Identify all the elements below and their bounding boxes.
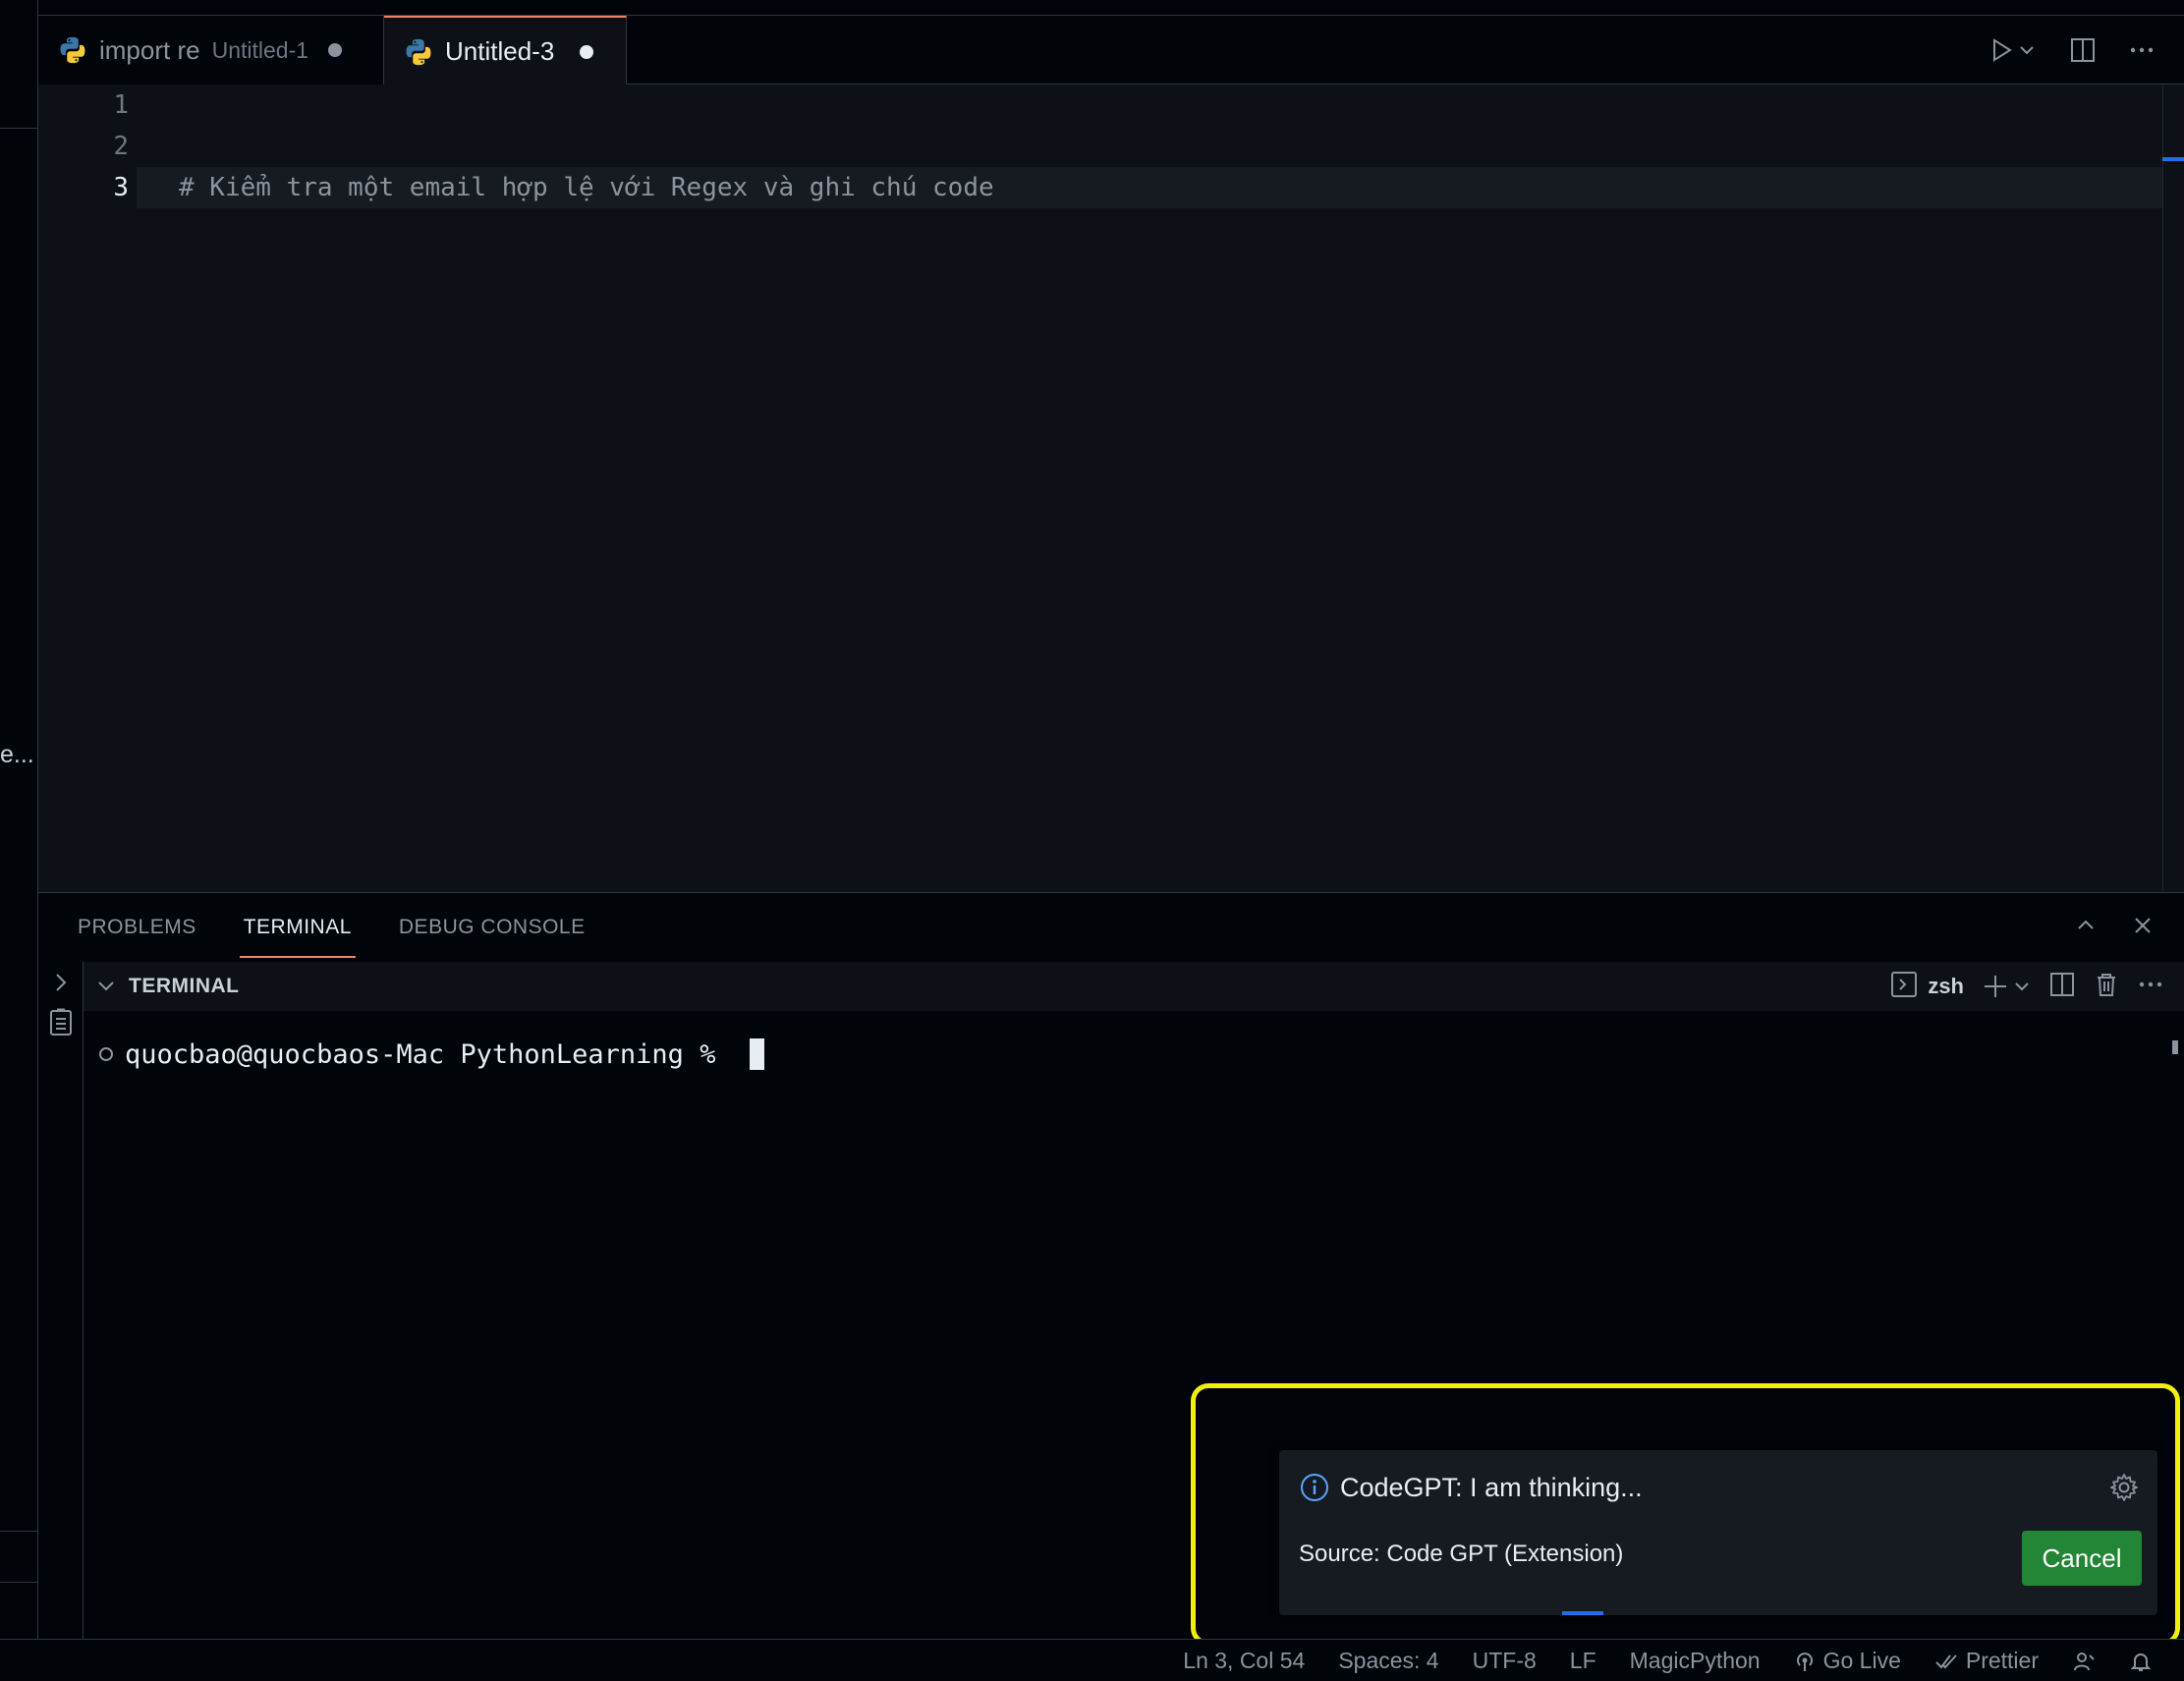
person-icon	[2074, 1652, 2095, 1670]
shell-name[interactable]: zsh	[1928, 974, 1964, 999]
terminal-prompt: quocbao@quocbaos-Mac PythonLearning %	[125, 1038, 732, 1070]
tab-description: Untitled-1	[211, 36, 309, 63]
chevron-down-icon[interactable]	[95, 976, 117, 997]
unsaved-dot-icon[interactable]	[580, 44, 594, 59]
trash-icon	[2098, 973, 2115, 996]
status-bar-items: Ln 3, Col 54 Spaces: 4 UTF-8 LF MagicPyt…	[1183, 1640, 2153, 1681]
end-of-line[interactable]: LF	[1570, 1648, 1596, 1674]
chevron-down-icon	[2015, 982, 2029, 991]
new-terminal-button[interactable]	[1982, 973, 2031, 1000]
panel-tab-bar: PROBLEMS TERMINAL DEBUG CONSOLE	[38, 893, 2184, 962]
accounts-button[interactable]	[2072, 1650, 2096, 1673]
python-file-icon	[406, 38, 431, 65]
status-bar: Ln 3, Col 54 Spaces: 4 UTF-8 LF MagicPyt…	[0, 1639, 2184, 1681]
prettier-label: Prettier	[1965, 1648, 2039, 1673]
go-live-label: Go Live	[1822, 1648, 1901, 1673]
more-actions-button[interactable]	[2127, 35, 2156, 65]
language-mode[interactable]: MagicPython	[1630, 1648, 1761, 1674]
line-number-gutter: 1 2 3	[38, 84, 137, 208]
tab-import-re[interactable]: import re Untitled-1	[38, 16, 384, 84]
terminal-more-button[interactable]	[2137, 971, 2164, 1003]
editor-actions	[1988, 16, 2156, 84]
chevron-up-icon	[2078, 920, 2094, 929]
terminal-section-title: TERMINAL	[129, 975, 240, 997]
panel-actions	[2074, 893, 2155, 962]
split-editor-icon	[2071, 38, 2095, 62]
tab-terminal[interactable]: TERMINAL	[239, 893, 357, 962]
terminal-prompt-line: quocbao@quocbaos-Mac PythonLearning %	[99, 1038, 764, 1070]
line-number: 2	[113, 132, 129, 161]
code-line-current[interactable]: # Kiểm tra một email hợp lệ với Regex và…	[137, 167, 2162, 208]
command-decoration-icon[interactable]	[99, 1047, 113, 1061]
python-file-icon	[60, 36, 85, 64]
split-icon	[2050, 972, 2074, 996]
sidebar-divider	[0, 1531, 38, 1532]
highlight-annotation	[1191, 1383, 2180, 1646]
tab-untitled-3[interactable]: Untitled-3	[384, 16, 627, 85]
terminal-section-header[interactable]: TERMINAL zsh	[84, 962, 2184, 1011]
line-number-current: 3	[113, 173, 129, 202]
close-panel-button[interactable]	[2131, 914, 2155, 942]
tab-problems[interactable]: PROBLEMS	[78, 893, 196, 962]
editor-tab-bar: import re Untitled-1 Untitled-3	[38, 16, 2184, 85]
double-check-icon	[1935, 1653, 1957, 1669]
indentation[interactable]: Spaces: 4	[1338, 1648, 1438, 1674]
sidebar-truncated-text: e...	[0, 741, 34, 768]
play-icon	[1993, 38, 2034, 62]
ellipsis-icon	[2130, 47, 2154, 53]
encoding[interactable]: UTF-8	[1473, 1648, 1537, 1674]
title-bar	[38, 0, 2184, 16]
code-line[interactable]	[137, 126, 2162, 167]
go-live-button[interactable]: Go Live	[1794, 1648, 1901, 1674]
plus-icon	[1985, 976, 2006, 997]
kill-terminal-button[interactable]	[2094, 971, 2119, 1003]
terminal-cursor	[749, 1038, 764, 1070]
maximize-panel-button[interactable]	[2074, 914, 2098, 942]
tab-label: Untitled-3	[445, 36, 555, 66]
bell-icon	[2130, 1653, 2152, 1671]
clipboard-icon	[50, 1008, 72, 1036]
terminal-list-button[interactable]	[46, 1007, 76, 1037]
tab-label: import re	[99, 34, 200, 65]
sidebar-divider	[0, 1582, 38, 1583]
ellipsis-icon	[2139, 981, 2162, 986]
split-editor-button[interactable]	[2068, 35, 2098, 65]
terminal-scrollbar[interactable]	[2172, 1040, 2178, 1054]
split-terminal-button[interactable]	[2048, 971, 2076, 1003]
close-icon	[2135, 917, 2151, 933]
tab-debug-console[interactable]: DEBUG CONSOLE	[399, 893, 586, 962]
terminal-toolbar: zsh	[1890, 962, 2164, 1011]
code-area[interactable]: # Kiểm tra một email hợp lệ với Regex và…	[137, 84, 2162, 208]
code-line[interactable]	[137, 84, 2162, 126]
prettier-button[interactable]: Prettier	[1934, 1648, 2039, 1674]
unsaved-dot-icon[interactable]	[328, 43, 343, 57]
broadcast-icon	[1796, 1652, 1813, 1671]
line-number: 1	[113, 90, 129, 120]
sidebar-divider	[0, 128, 38, 129]
editor-overview-ruler[interactable]	[2162, 84, 2184, 892]
chevron-right-icon	[56, 974, 67, 991]
code-editor[interactable]: 1 2 3 # Kiểm tra một email hợp lệ với Re…	[38, 84, 2184, 892]
expand-terminal-tabs-button[interactable]	[46, 968, 76, 997]
run-python-button[interactable]	[1988, 35, 2039, 65]
cursor-position-marker	[2162, 157, 2184, 161]
terminal-side-bar	[38, 962, 84, 1639]
notifications-button[interactable]	[2129, 1650, 2153, 1673]
cursor-position[interactable]: Ln 3, Col 54	[1183, 1648, 1305, 1674]
sidebar-fragment: e...	[0, 0, 38, 1681]
terminal-shell-icon[interactable]	[1890, 971, 1918, 1003]
vscode-window: e... import re Untitled-1 Untitled-3 1 2…	[0, 0, 2184, 1681]
